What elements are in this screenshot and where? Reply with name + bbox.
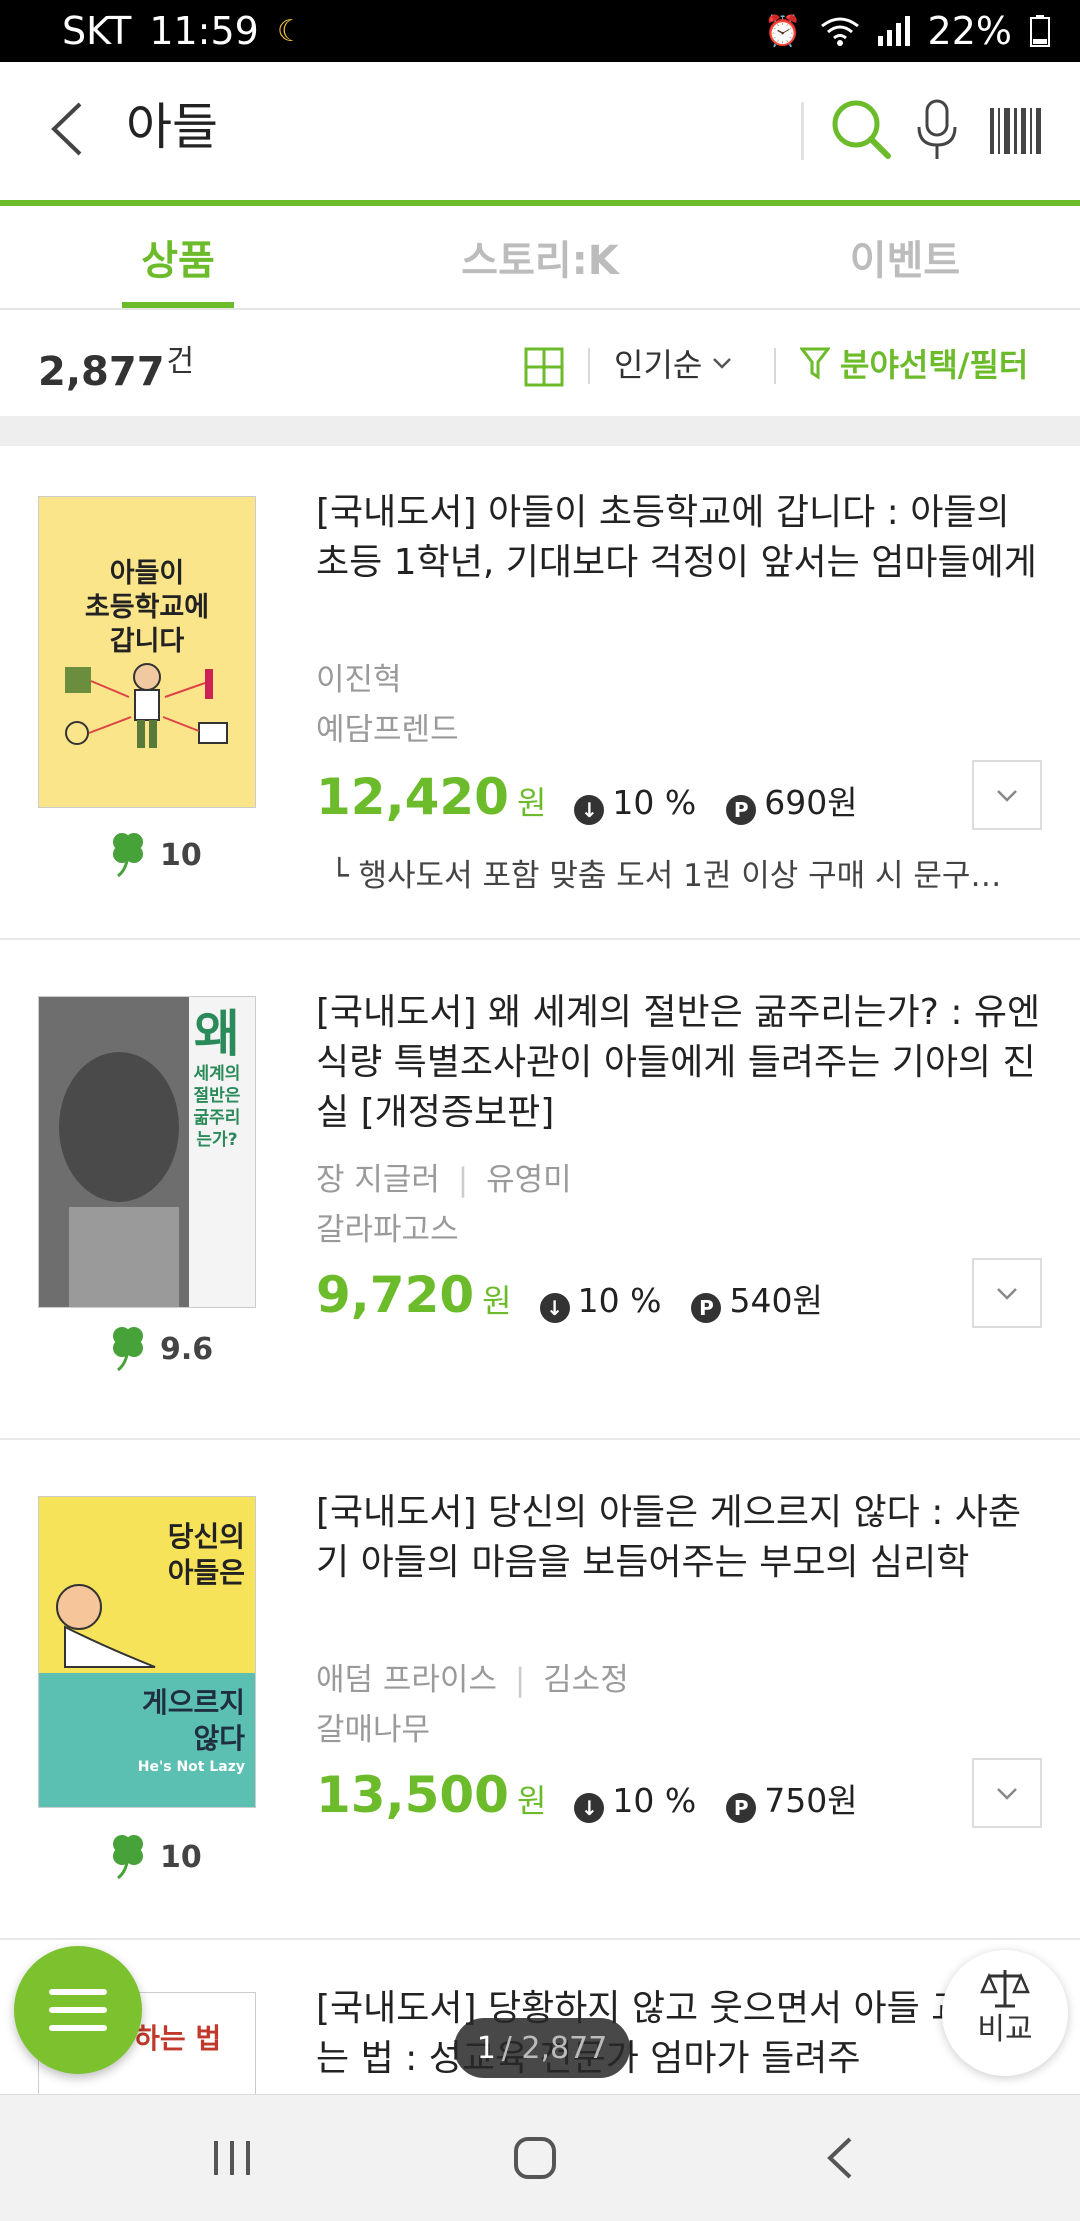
chevron-down-icon [713,358,732,369]
book-authors: 애덤 프라이스 | 김소정 [316,1654,629,1699]
clover-icon [113,833,143,878]
points-icon: P [726,795,757,825]
search-query[interactable]: 아들 [126,92,218,162]
filter-icon [800,347,830,380]
weather-moon-icon: ☾ [276,13,304,49]
list-item[interactable]: 왜 세계의 절반은 굶주리 는가? 9.6 [국내도서] 왜 세계의 절반은 굶… [0,940,1080,1440]
book-publisher[interactable]: 갈라파고스 [316,1204,459,1249]
points-value: 690원 [764,783,858,822]
compare-button[interactable]: 비교 [942,1950,1068,2076]
currency-unit: 원 [516,1782,547,1820]
home-icon[interactable] [512,2135,558,2181]
filter-button[interactable]: 분야선택/필터 [800,340,1028,386]
discount-rate: 10 % [577,1281,662,1320]
tab-products[interactable]: 상품 [110,228,246,286]
discount-rate: 10 % [612,1781,697,1820]
cover-illustration [56,1584,156,1668]
back-icon[interactable] [36,94,106,164]
tab-active-indicator [122,302,234,308]
book-author[interactable]: 장 지글러 [316,1162,440,1198]
wifi-icon [820,17,859,46]
recent-apps-icon[interactable] [210,2137,254,2179]
list-item[interactable]: 아들이 초등학교에 갑니다 10 [국내도서] 아들이 초등학교에 갑니다 : 아들… [0,446,1080,940]
clover-icon [113,1327,143,1372]
book-cover[interactable]: 아들이 초등학교에 갑니다 [38,496,256,808]
points-value: 540원 [729,1281,823,1320]
microphone-icon[interactable] [912,97,962,163]
barcode-icon[interactable] [988,104,1044,158]
grid-view-icon[interactable] [524,347,564,387]
sort-dropdown[interactable]: 인기순 [614,340,732,386]
currency-unit: 원 [482,1282,512,1320]
system-nav-bar [0,2094,1080,2221]
discount-rate: 10 % [612,783,697,822]
sale-price: 12,420 [316,768,509,826]
book-cover[interactable]: 당신의 아들은 게으르지 않다 He's Not Lazy [38,1496,256,1808]
sale-price: 9,720 [316,1266,475,1324]
points-icon: P [726,1793,757,1823]
compare-label: 비교 [977,2012,1033,2047]
search-divider [801,102,804,160]
points-icon: P [691,1293,722,1323]
tab-bar: 상품 스토리:K 이벤트 [0,206,1080,310]
author-separator: | [514,1662,526,1698]
book-title[interactable]: [국내도서] 왜 세계의 절반은 굶주리는가? : 유엔 식량 특별조사관이 아… [316,988,1046,1138]
clock: 11:59 [149,9,259,53]
price-row: 9,720 원 ↓ 10 % P 540원 [316,1266,845,1324]
scale-icon [980,1970,1030,2008]
cover-illustration [65,663,228,748]
promotion-note[interactable]: └ 행사도서 포함 맞춤 도서 1권 이상 구매 시 문구… [330,850,1001,895]
section-gap [0,416,1080,446]
signal-icon [877,16,910,46]
discount-icon: ↓ [539,1293,570,1323]
floating-menu-button[interactable] [14,1946,142,2074]
toolbar-divider [588,348,590,384]
search-icon[interactable] [826,94,896,164]
author-separator: | [457,1162,469,1198]
battery-percent: 22% [927,9,1012,53]
toolbar-divider [774,348,776,384]
status-bar: SKT 11:59 ☾ ⏰ 22% [0,0,1080,62]
chevron-down-icon [997,1788,1017,1800]
alarm-icon: ⏰ [764,13,802,49]
price-row: 12,420 원 ↓ 10 % P 690원 [316,768,880,826]
book-publisher[interactable]: 갈매나무 [316,1704,430,1749]
expand-button[interactable] [972,760,1042,830]
book-cover[interactable]: 왜 세계의 절반은 굶주리 는가? [38,996,256,1308]
book-translator[interactable]: 김소정 [543,1662,629,1698]
carrier-label: SKT [62,9,132,53]
book-authors: 장 지글러 | 유영미 [316,1154,572,1199]
chevron-down-icon [997,1288,1017,1300]
price-row: 13,500 원 ↓ 10 % P 750원 [316,1766,880,1824]
expand-button[interactable] [972,1758,1042,1828]
result-toolbar: 2,877건 인기순 분야선택/필터 [0,312,1080,416]
battery-icon [1030,15,1050,47]
tab-story[interactable]: 스토리:K [440,228,640,286]
discount-icon: ↓ [574,795,605,825]
search-header: 아들 [0,62,1080,202]
back-nav-icon[interactable] [820,2135,860,2181]
book-publisher[interactable]: 예담프렌드 [316,704,459,749]
rating: 9.6 [108,1324,213,1374]
discount-icon: ↓ [574,1793,605,1823]
page-indicator: 1/ 2,877 [454,2018,630,2078]
chevron-down-icon [997,790,1017,802]
points-value: 750원 [764,1781,858,1820]
book-author[interactable]: 이진혁 [316,654,402,699]
rating: 10 [108,830,202,880]
menu-icon [49,1989,107,2031]
book-title[interactable]: [국내도서] 아들이 초등학교에 갑니다 : 아들의 초등 1학년, 기대보다 … [316,488,1046,588]
book-title[interactable]: [국내도서] 당황하지 않고 웃으면서 아들 교육 하는 법 : 성교육 전문가… [316,1984,1046,2084]
book-author[interactable]: 애덤 프라이스 [316,1662,497,1698]
rating: 10 [108,1832,202,1882]
book-translator[interactable]: 유영미 [486,1162,572,1198]
result-count: 2,877건 [38,344,195,395]
sale-price: 13,500 [316,1766,509,1824]
tab-event[interactable]: 이벤트 [820,228,990,286]
list-item[interactable]: 당신의 아들은 게으르지 않다 He's Not Lazy 10 [국내도서] 당신… [0,1440,1080,1940]
expand-button[interactable] [972,1258,1042,1328]
clover-icon [113,1835,143,1880]
book-title[interactable]: [국내도서] 당신의 아들은 게으르지 않다 : 사춘기 아들의 마음을 보듬어… [316,1488,1046,1588]
currency-unit: 원 [516,784,547,822]
